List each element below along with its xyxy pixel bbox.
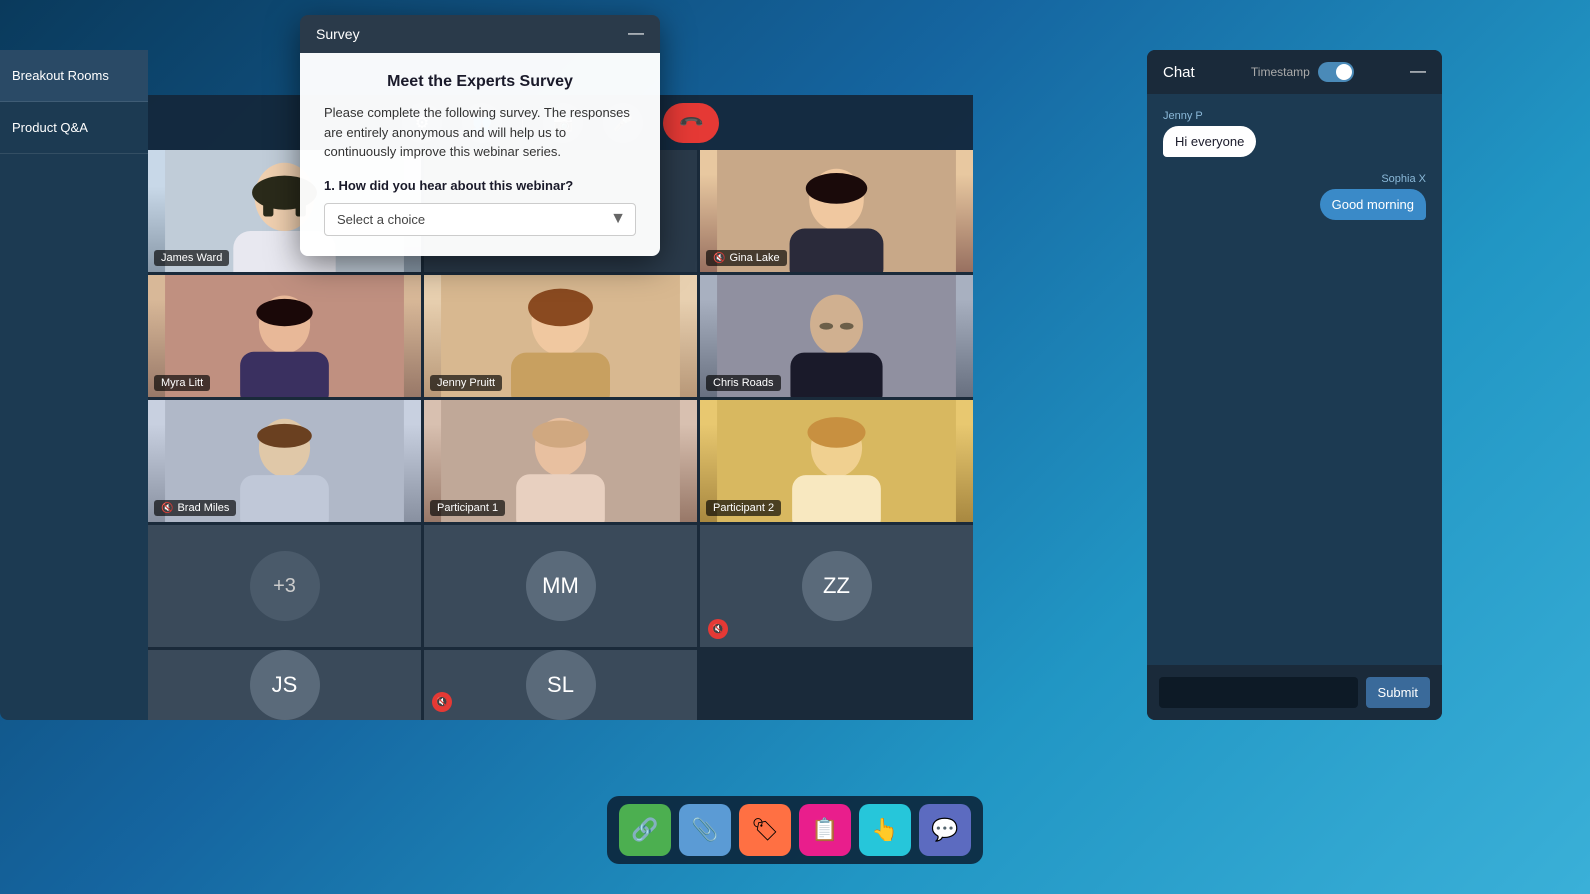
video-cell-brad-miles: 🔇 Brad Miles <box>148 400 421 522</box>
sidebar-item-product-qa[interactable]: Product Q&A <box>0 102 148 154</box>
grid-icon: 📋 <box>811 817 838 843</box>
participant-2-label: Participant 2 <box>706 500 781 516</box>
chat-title: Chat <box>1163 64 1195 81</box>
video-cell-participant-2: Participant 2 <box>700 400 973 522</box>
end-call-icon: 📞 <box>677 108 705 136</box>
avatar-cell-mm: MM <box>424 525 697 647</box>
mute-indicator-sl: 🔇 <box>432 692 452 712</box>
avatar-plus-icon: +3 <box>250 551 320 621</box>
link-icon: 🔗 <box>631 817 658 843</box>
touch-icon: 👆 <box>871 817 898 843</box>
avatar-cell-zz: ZZ 🔇 <box>700 525 973 647</box>
chat-submit-button[interactable]: Submit <box>1366 677 1430 708</box>
chat-bubble-hi-everyone: Hi everyone <box>1163 126 1256 157</box>
link-button[interactable]: 🔗 <box>619 804 671 856</box>
brad-miles-label: 🔇 Brad Miles <box>154 500 236 516</box>
survey-description: Please complete the following survey. Th… <box>324 103 636 162</box>
chat-timestamp-area: Timestamp <box>1251 62 1354 82</box>
avatar-js-icon: JS <box>250 650 320 720</box>
sidebar: Breakout Rooms Product Q&A <box>0 50 148 720</box>
chat-input-area: Submit <box>1147 665 1442 720</box>
chat-bubble-good-morning: Good morning <box>1320 189 1426 220</box>
chat-minimize-button[interactable]: — <box>1410 63 1426 81</box>
mute-icon-gina: 🔇 <box>713 253 725 264</box>
bookmark-icon: 🏷 <box>751 817 779 843</box>
survey-title: Meet the Experts Survey <box>324 73 636 91</box>
sidebar-label-product-qa: Product Q&A <box>12 120 88 135</box>
avatar-sl-icon: SL <box>526 650 596 720</box>
participant-1-label: Participant 1 <box>430 500 505 516</box>
survey-window-title: Survey <box>316 26 360 42</box>
sidebar-label-breakout: Breakout Rooms <box>12 68 109 83</box>
survey-panel: Survey — Meet the Experts Survey Please … <box>300 15 660 256</box>
avatar-cell-sl: SL 🔇 <box>424 650 697 720</box>
avatar-zz-icon: ZZ <box>802 551 872 621</box>
chat-message-jenny: Jenny P Hi everyone <box>1163 110 1426 157</box>
video-cell-gina-lake: 🔇 Gina Lake <box>700 150 973 272</box>
touch-button[interactable]: 👆 <box>859 804 911 856</box>
mute-icon-brad: 🔇 <box>161 503 173 514</box>
mute-indicator-zz: 🔇 <box>708 619 728 639</box>
survey-select-choice[interactable]: Select a choice Social Media Email Newsl… <box>324 203 636 236</box>
jenny-pruitt-label: Jenny Pruitt <box>430 375 502 391</box>
gina-lake-label: 🔇 Gina Lake <box>706 250 787 266</box>
sidebar-item-breakout-rooms[interactable]: Breakout Rooms <box>0 50 148 102</box>
survey-minimize-button[interactable]: — <box>628 25 644 43</box>
avatar-cell-js: JS <box>148 650 421 720</box>
bottom-toolbar: 🔗 📎 🏷 📋 👆 💬 <box>607 796 983 864</box>
timestamp-label: Timestamp <box>1251 65 1310 79</box>
grid-button[interactable]: 📋 <box>799 804 851 856</box>
james-ward-label: James Ward <box>154 250 229 266</box>
video-cell-participant-1: Participant 1 <box>424 400 697 522</box>
video-cell-chris-roads: Chris Roads <box>700 275 973 397</box>
timestamp-toggle[interactable] <box>1318 62 1354 82</box>
chat-message-sophia: Sophia X Good morning <box>1163 173 1426 220</box>
survey-header: Survey — <box>300 15 660 53</box>
avatar-mm-icon: MM <box>526 551 596 621</box>
myra-litt-label: Myra Litt <box>154 375 210 391</box>
clip-button[interactable]: 📎 <box>679 804 731 856</box>
chat-messages-area: Jenny P Hi everyone Sophia X Good mornin… <box>1147 94 1442 665</box>
survey-body: Meet the Experts Survey Please complete … <box>300 53 660 256</box>
avatar-cell-plus-more: +3 <box>148 525 421 647</box>
survey-select-wrapper: Select a choice Social Media Email Newsl… <box>324 203 636 236</box>
survey-question-1: 1. How did you hear about this webinar? <box>324 178 636 193</box>
chat-sender-sophia: Sophia X <box>1381 173 1426 185</box>
chat-header: Chat Timestamp — <box>1147 50 1442 94</box>
end-call-button[interactable]: 📞 <box>663 103 719 143</box>
chat-bottom-button[interactable]: 💬 <box>919 804 971 856</box>
video-cell-jenny-pruitt: Jenny Pruitt <box>424 275 697 397</box>
chat-icon: 💬 <box>931 817 958 843</box>
chris-roads-label: Chris Roads <box>706 375 781 391</box>
chat-input[interactable] <box>1159 677 1358 708</box>
chat-sender-jenny: Jenny P <box>1163 110 1426 122</box>
video-cell-myra-litt: Myra Litt <box>148 275 421 397</box>
bookmark-button[interactable]: 🏷 <box>739 804 791 856</box>
clip-icon: 📎 <box>691 817 718 843</box>
chat-panel: Chat Timestamp — Jenny P Hi everyone Sop… <box>1147 50 1442 720</box>
